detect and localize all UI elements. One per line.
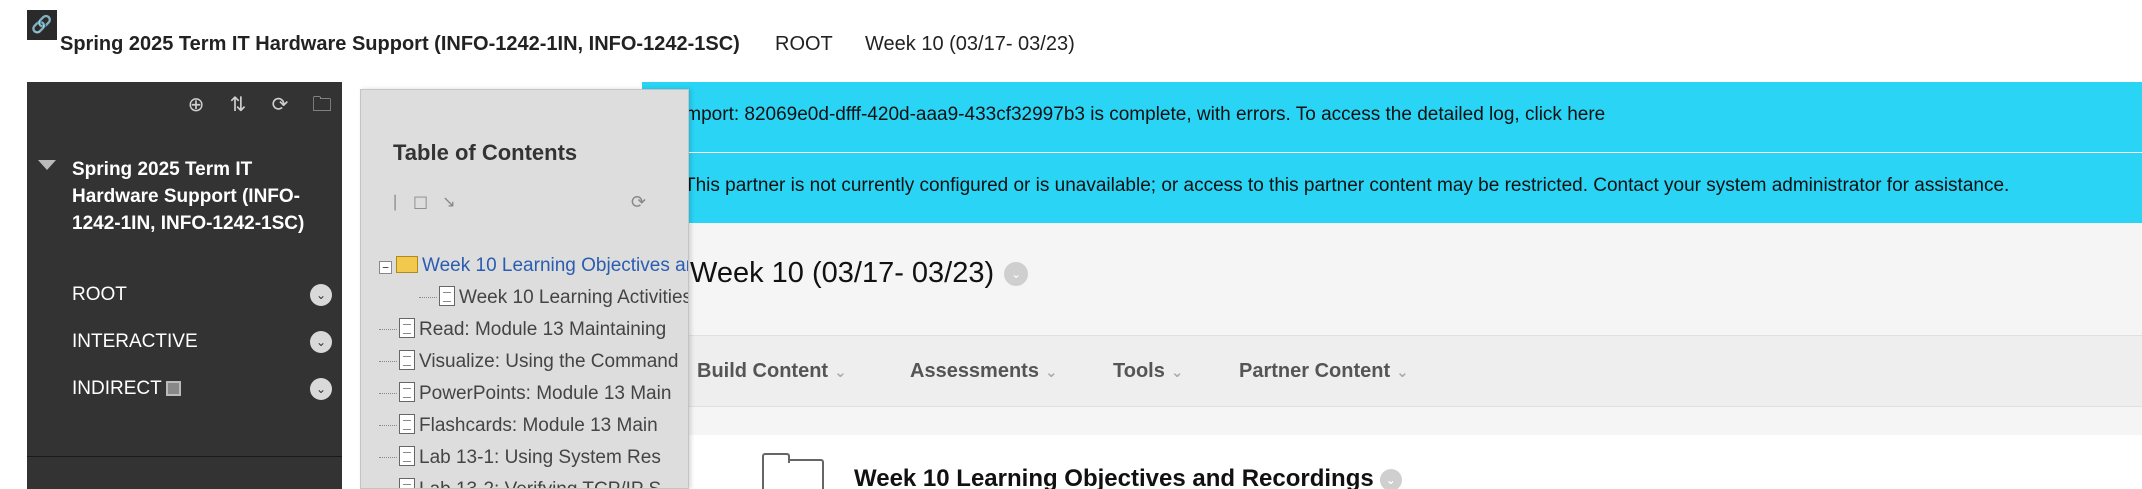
toc-separator-icon: ∣ (391, 192, 399, 211)
breadcrumb-week: Week 10 (03/17- 03/23) (865, 33, 1075, 55)
toc-item[interactable]: Visualize: Using the Command (379, 346, 688, 378)
refresh-icon[interactable]: ⟳ (631, 192, 646, 213)
document-icon (399, 382, 415, 402)
tree-line (379, 457, 397, 459)
chevron-down-icon[interactable]: ⌄ (310, 331, 332, 353)
toc-item[interactable]: Lab 13-2: Verifying TCP/IP S (379, 474, 688, 488)
document-icon (399, 318, 415, 338)
toc-item[interactable]: Flashcards: Module 13 Main (379, 410, 688, 442)
menu-divider (27, 456, 342, 457)
toc-item[interactable]: PowerPoints: Module 13 Main (379, 378, 688, 410)
menu-item-label: INTERACTIVE (72, 331, 198, 352)
menu-course-title[interactable]: Spring 2025 Term IT Hardware Support (IN… (72, 156, 312, 237)
build-content-label: Build Content (697, 360, 829, 382)
partner-content-button[interactable]: Partner Content ⌄ (1239, 336, 1409, 408)
add-icon[interactable]: ⊕ (184, 92, 208, 116)
content-area: Week 10 (03/17- 03/23) ⌄ Build Content ⌄ A… (642, 223, 2142, 489)
menu-item-label: ROOT (72, 284, 127, 305)
hidden-status-icon (165, 381, 181, 396)
partner-notice-banner: This partner is not currently configured… (642, 153, 2142, 223)
tree-line (379, 393, 397, 395)
chevron-down-icon[interactable]: ⌄ (1004, 262, 1029, 286)
content-item-title-text[interactable]: Week 10 Learning Objectives and Recordin… (854, 465, 1374, 489)
breadcrumb: 🔗 Spring 2025 Term IT Hardware Support (… (0, 0, 2142, 82)
chevron-down-icon: ⌄ (1396, 363, 1409, 381)
course-menu: ⊕ ⇅ ⟳ 🗀 Spring 2025 Term IT Hardware Sup… (27, 82, 342, 489)
toc-item[interactable]: Lab 13-1: Using System Res (379, 442, 688, 474)
tree-line (419, 297, 437, 299)
assessments-button[interactable]: Assessments ⌄ (910, 336, 1058, 408)
refresh-icon[interactable]: ⟳ (268, 92, 292, 116)
assessments-label: Assessments (910, 360, 1039, 382)
menu-item-indirect[interactable]: INDIRECT ⌄ (72, 374, 332, 404)
chevron-down-icon: ⌄ (834, 363, 847, 381)
toc-item-label[interactable]: PowerPoints: Module 13 Main (419, 383, 671, 404)
tree-line (379, 361, 397, 363)
toc-toolbar: ∣ □ ↘ (391, 192, 456, 211)
folder-icon (396, 256, 418, 273)
folder-icon[interactable]: 🗀 (310, 92, 334, 116)
toc-item-label[interactable]: Week 10 Learning Objectives and Recordin… (422, 255, 688, 276)
collapse-icon[interactable]: − (379, 261, 392, 274)
document-icon (399, 414, 415, 434)
collapse-triangle-icon[interactable] (38, 160, 56, 170)
action-bar: Build Content ⌄ Assessments ⌄ Tools ⌄ Partn… (642, 335, 2142, 407)
chevron-down-icon: ⌄ (1044, 363, 1058, 381)
link-icon[interactable]: 🔗 (27, 10, 57, 40)
document-icon (399, 478, 415, 488)
toc-expand-icon[interactable]: □ (413, 192, 428, 211)
toc-item-label[interactable]: Lab 13-1: Using System Res (419, 447, 661, 468)
toc-item-label[interactable]: Flashcards: Module 13 Main (419, 415, 658, 436)
toc-item[interactable]: Read: Module 13 Maintaining (379, 314, 688, 346)
import-notice-banner[interactable]: Import: 82069e0d-dfff-420d-aaa9-433cf329… (642, 82, 2142, 152)
partner-content-label: Partner Content (1239, 360, 1391, 382)
chevron-down-icon[interactable]: ⌄ (310, 378, 332, 400)
toc-heading: Table of Contents (393, 140, 578, 165)
toc-item[interactable]: − Week 10 Learning Objectives and Recordi… (379, 250, 688, 282)
toc-list: − Week 10 Learning Objectives and Recordi… (379, 250, 688, 488)
toc-panel: Table of Contents ∣ □ ↘ ⟳ − Week 10 Learn… (360, 89, 689, 489)
chevron-down-icon[interactable]: ⌄ (310, 284, 332, 306)
chevron-down-icon[interactable]: ⌄ (1379, 469, 1402, 489)
toc-item-label[interactable]: Week 10 Learning Activities (459, 287, 688, 308)
content-item-title[interactable]: Week 10 Learning Objectives and Recordin… (854, 465, 1402, 489)
page-title: Week 10 (03/17- 03/23) ⌄ (690, 257, 1029, 290)
breadcrumb-root[interactable]: ROOT (775, 31, 833, 57)
toc-item-label[interactable]: Read: Module 13 Maintaining (419, 319, 666, 340)
toc-item[interactable]: Week 10 Learning Activities (379, 282, 688, 314)
tree-line (379, 329, 397, 331)
toc-item-label[interactable]: Lab 13-2: Verifying TCP/IP S (419, 479, 661, 488)
menu-item-root[interactable]: ROOT ⌄ (72, 280, 332, 310)
reorder-icon[interactable]: ⇅ (226, 92, 250, 116)
menu-toolbar: ⊕ ⇅ ⟳ 🗀 (184, 82, 342, 126)
tools-button[interactable]: Tools ⌄ (1113, 336, 1183, 408)
menu-item-interactive[interactable]: INTERACTIVE ⌄ (72, 327, 332, 357)
build-content-button[interactable]: Build Content ⌄ (697, 336, 847, 408)
toc-collapse-icon[interactable]: ↘ (442, 192, 455, 211)
document-icon (399, 446, 415, 466)
menu-item-label: INDIRECT (72, 378, 162, 399)
folder-icon (762, 453, 824, 489)
tools-label: Tools (1113, 360, 1165, 382)
page-title-text: Week 10 (03/17- 03/23) (690, 257, 995, 289)
breadcrumb-course[interactable]: Spring 2025 Term IT Hardware Support (IN… (60, 31, 740, 57)
tree-line (379, 425, 397, 427)
document-icon (399, 350, 415, 370)
document-icon (439, 286, 455, 306)
chevron-down-icon: ⌄ (1170, 363, 1184, 381)
toc-item-label[interactable]: Visualize: Using the Command (419, 351, 678, 372)
